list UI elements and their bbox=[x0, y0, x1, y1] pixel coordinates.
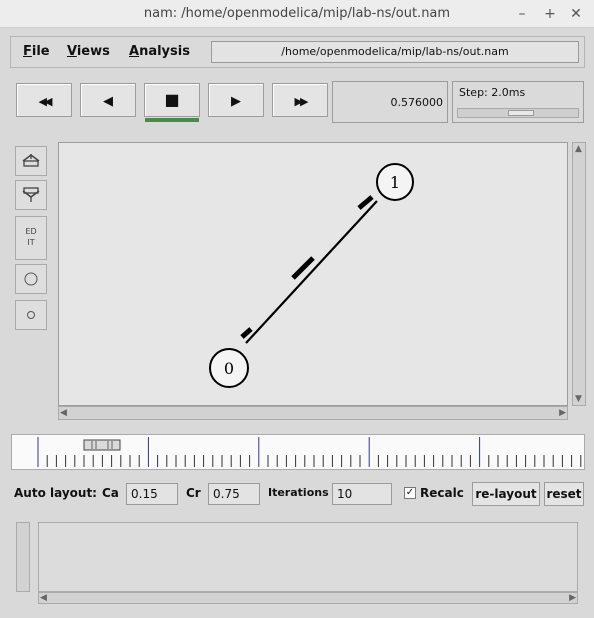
network-canvas[interactable]: 1 0 bbox=[58, 142, 568, 406]
minimize-button[interactable]: – bbox=[512, 4, 532, 24]
scroll-left-icon[interactable]: ◀ bbox=[40, 592, 47, 604]
node-0-label: 0 bbox=[224, 359, 234, 378]
cr-input[interactable]: 0.75 bbox=[208, 483, 260, 505]
node-0[interactable]: 0 bbox=[209, 348, 249, 388]
iterations-label: Iterations bbox=[268, 486, 329, 499]
file-path-display: /home/openmodelica/mip/lab-ns/out.nam bbox=[211, 41, 579, 63]
annotation-panel: ◀ ▶ bbox=[16, 518, 584, 610]
menu-file[interactable]: File bbox=[23, 44, 50, 59]
play-backward-icon: ◀ bbox=[103, 94, 113, 109]
reset-button[interactable]: reset bbox=[544, 482, 584, 506]
topology-drawing: 1 0 bbox=[209, 163, 414, 388]
annotation-list[interactable] bbox=[38, 522, 578, 592]
menu-file-mnemonic: F bbox=[23, 44, 32, 59]
menu-views[interactable]: Views bbox=[67, 44, 110, 59]
menu-analysis-mnemonic: A bbox=[129, 44, 140, 59]
small-circle-icon bbox=[27, 311, 35, 319]
step-control: Step: 2.0ms bbox=[452, 81, 584, 123]
menu-analysis[interactable]: Analysis bbox=[129, 44, 190, 59]
auto-layout-bar: Auto layout: Ca 0.15 Cr 0.75 Iterations … bbox=[10, 480, 590, 508]
window-title: nam: /home/openmodelica/mip/lab-ns/out.n… bbox=[143, 6, 451, 21]
timeline-ticks bbox=[37, 437, 591, 467]
step-slider[interactable] bbox=[457, 108, 579, 118]
timeline-ruler[interactable] bbox=[11, 434, 591, 470]
node-1-label: 1 bbox=[390, 173, 400, 192]
menu-bar: File Views Analysis /home/openmodelica/m… bbox=[10, 36, 585, 68]
title-bar: nam: /home/openmodelica/mip/lab-ns/out.n… bbox=[0, 0, 594, 28]
canvas-horizontal-scrollbar[interactable]: ◀ ▶ bbox=[58, 406, 568, 420]
menu-views-mnemonic: V bbox=[67, 44, 77, 59]
step-slider-handle[interactable] bbox=[508, 110, 534, 116]
zoom-in-tool[interactable] bbox=[15, 146, 47, 176]
large-node-tool[interactable] bbox=[15, 264, 47, 294]
packet[interactable] bbox=[357, 195, 374, 210]
play-forward-button[interactable]: ▶ bbox=[208, 83, 264, 117]
stop-button[interactable]: ■ bbox=[144, 83, 200, 122]
scroll-right-icon[interactable]: ▶ bbox=[559, 407, 566, 419]
edit-toolbar: ED IT bbox=[15, 142, 49, 340]
stop-icon: ■ bbox=[164, 90, 180, 109]
step-label: Step: 2.0ms bbox=[459, 86, 526, 99]
iterations-input[interactable]: 10 bbox=[332, 483, 392, 505]
fast-forward-button[interactable]: ▶▶ bbox=[272, 83, 328, 117]
playback-controls: ◀◀ ◀ ■ ▶ ▶▶ 0.576000 Step: 2.0ms bbox=[10, 78, 585, 128]
packet[interactable] bbox=[240, 327, 253, 339]
scroll-left-icon[interactable]: ◀ bbox=[60, 407, 67, 419]
fast-rewind-button[interactable]: ◀◀ bbox=[16, 83, 72, 117]
large-circle-icon bbox=[24, 272, 38, 286]
scroll-down-icon[interactable]: ▼ bbox=[575, 393, 582, 405]
auto-layout-label: Auto layout: bbox=[14, 486, 97, 500]
ca-label: Ca bbox=[102, 486, 119, 500]
fast-rewind-icon: ◀◀ bbox=[38, 95, 53, 108]
canvas-vertical-scrollbar[interactable]: ▲ ▼ bbox=[572, 142, 586, 406]
play-backward-button[interactable]: ◀ bbox=[80, 83, 136, 117]
timeline-slider-handle[interactable] bbox=[83, 439, 121, 451]
annotation-horizontal-scrollbar[interactable]: ◀ ▶ bbox=[38, 592, 578, 604]
current-time-display: 0.576000 bbox=[332, 81, 448, 123]
menu-file-label: ile bbox=[31, 44, 50, 59]
play-forward-icon: ▶ bbox=[231, 94, 241, 109]
edit-tool[interactable]: ED IT bbox=[15, 216, 47, 260]
annotation-vertical-scrollbar[interactable] bbox=[16, 522, 30, 592]
node-1[interactable]: 1 bbox=[376, 163, 414, 201]
menu-views-label: iews bbox=[76, 44, 110, 59]
cr-label: Cr bbox=[186, 486, 201, 500]
zoom-out-icon bbox=[22, 187, 40, 202]
zoom-in-icon bbox=[22, 154, 40, 167]
relayout-button[interactable]: re-layout bbox=[472, 482, 540, 506]
recalc-label: Recalc bbox=[420, 486, 464, 500]
link-0-1[interactable] bbox=[245, 200, 378, 344]
close-button[interactable]: ✕ bbox=[566, 4, 586, 24]
menu-analysis-label: nalysis bbox=[139, 44, 190, 59]
fast-forward-icon: ▶▶ bbox=[294, 95, 309, 108]
scroll-right-icon[interactable]: ▶ bbox=[569, 592, 576, 604]
scroll-up-icon[interactable]: ▲ bbox=[575, 143, 582, 155]
small-node-tool[interactable] bbox=[15, 300, 47, 330]
zoom-out-tool[interactable] bbox=[15, 180, 47, 210]
ca-input[interactable]: 0.15 bbox=[126, 483, 178, 505]
recalc-checkbox[interactable]: ✓ bbox=[404, 487, 416, 499]
maximize-button[interactable]: + bbox=[540, 4, 560, 24]
